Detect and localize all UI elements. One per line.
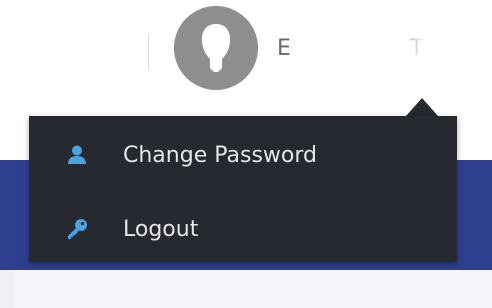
- user-icon: [65, 143, 89, 167]
- user-dropdown-menu: Change Password Logout: [29, 116, 457, 262]
- key-icon: [65, 217, 89, 241]
- user-silhouette-icon: [174, 6, 258, 90]
- change-password-item[interactable]: Change Password: [29, 120, 457, 190]
- dropdown-caret: [406, 98, 438, 116]
- logout-label: Logout: [123, 216, 199, 242]
- user-avatar[interactable]: [174, 6, 258, 90]
- logout-item[interactable]: Logout: [29, 194, 457, 264]
- header-divider: [148, 34, 149, 70]
- content-area: [0, 270, 492, 308]
- change-password-label: Change Password: [123, 142, 317, 168]
- name-fade-overlay: [376, 30, 466, 70]
